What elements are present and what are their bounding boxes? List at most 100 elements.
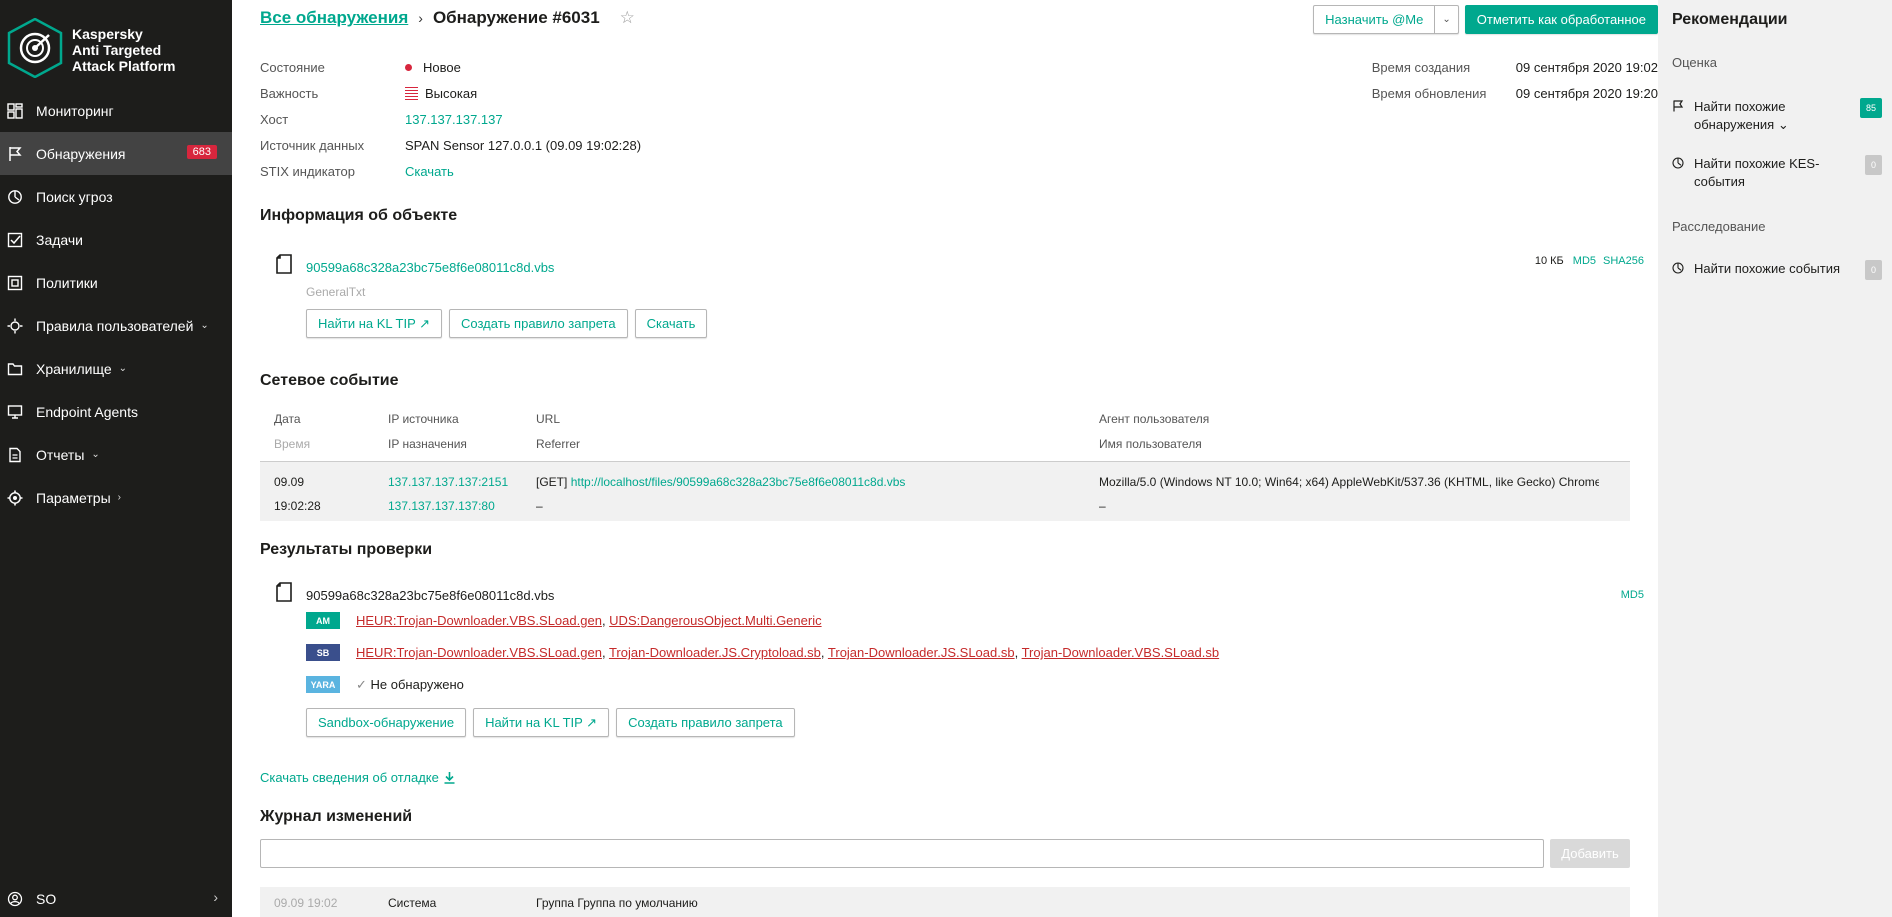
chevron-down-icon: ⌄ bbox=[91, 449, 100, 460]
similar-kes-count: 0 bbox=[1864, 155, 1882, 175]
object-actions: Найти на KL TIP ↗ Создать правило запрет… bbox=[306, 309, 708, 338]
row-user-agent: Mozilla/5.0 (Windows NT 10.0; Win64; x64… bbox=[1099, 475, 1599, 489]
breadcrumb-all-detections-link[interactable]: Все обнаружения bbox=[260, 8, 408, 28]
nav-item-detections[interactable]: Обнаружения 683 bbox=[0, 132, 232, 175]
file-icon bbox=[276, 254, 292, 274]
verdict-link[interactable]: Trojan-Downloader.VBS.SLoad.sb bbox=[1022, 645, 1220, 660]
recommendations-panel: Рекомендации Оценка Найти похожие обнару… bbox=[1658, 0, 1892, 917]
breadcrumb: Все обнаружения › Обнаружение #6031 ☆ bbox=[260, 8, 635, 28]
object-file-type: GeneralTxt bbox=[306, 285, 366, 299]
stix-download-link[interactable]: Скачать bbox=[405, 164, 454, 179]
verdict-link[interactable]: Trojan-Downloader.JS.Cryptoload.sb bbox=[609, 645, 821, 660]
verdict-link[interactable]: HEUR:Trojan-Downloader.VBS.SLoad.gen bbox=[356, 613, 602, 628]
nav-item-settings[interactable]: Параметры › bbox=[0, 476, 232, 519]
brand[interactable]: Kaspersky Anti Targeted Attack Platform bbox=[7, 18, 229, 98]
download-object-button[interactable]: Скачать bbox=[634, 309, 708, 338]
add-comment-button[interactable]: Добавить bbox=[1550, 839, 1630, 868]
row-referrer: – bbox=[536, 499, 543, 513]
nav-label: Задачи bbox=[36, 231, 84, 248]
find-similar-detections[interactable]: Найти похожие обнаружения ⌄ 85 bbox=[1672, 98, 1882, 134]
assign-dropdown-button[interactable]: ⌄ bbox=[1435, 5, 1459, 34]
yara-engine-badge: YARA bbox=[306, 676, 340, 693]
col-header-time: Время bbox=[274, 437, 311, 451]
download-debug-info-link[interactable]: Скачать сведения об отладке bbox=[260, 770, 456, 785]
chevron-right-icon: › bbox=[213, 889, 218, 905]
breadcrumb-separator-icon: › bbox=[418, 10, 423, 26]
verdict-link[interactable]: UDS:DangerousObject.Multi.Generic bbox=[609, 613, 821, 628]
chevron-down-icon: ⌄ bbox=[118, 363, 127, 374]
table-row[interactable]: 09.09 19:02:28 137.137.137.137:2151 137.… bbox=[260, 461, 1630, 521]
nav-item-storage[interactable]: Хранилище ⌄ bbox=[0, 347, 232, 390]
row-url-link[interactable]: http://localhost/files/90599a68c328a23bc… bbox=[571, 475, 906, 489]
comment-input[interactable] bbox=[260, 839, 1544, 868]
sandbox-detection-button[interactable]: Sandbox-обнаружение bbox=[306, 708, 467, 737]
nav-item-tasks[interactable]: Задачи bbox=[0, 218, 232, 261]
host-link[interactable]: 137.137.137.137 bbox=[405, 112, 503, 127]
assign-split-button: Назначить @Me ⌄ bbox=[1313, 5, 1459, 34]
mark-processed-button[interactable]: Отметить как обработанное bbox=[1464, 5, 1658, 34]
sb-verdicts: HEUR:Trojan-Downloader.VBS.SLoad.gen, Tr… bbox=[356, 645, 1220, 660]
created-value: 09 сентября 2020 19:02 bbox=[1515, 59, 1658, 75]
nav-label: Обнаружения bbox=[36, 145, 126, 162]
similar-detections-label: Найти похожие обнаружения ⌄ bbox=[1694, 99, 1789, 132]
col-header-src-ip: IP источника bbox=[388, 412, 459, 426]
monitor-icon bbox=[7, 405, 23, 419]
dashboard-icon bbox=[7, 103, 23, 119]
object-info-title: Информация об объекте bbox=[260, 207, 458, 224]
row-src-ip-link[interactable]: 137.137.137.137:2151 bbox=[388, 475, 508, 489]
create-deny-rule-button[interactable]: Создать правило запрета bbox=[449, 309, 628, 338]
property-stix: STIX индикатор Скачать bbox=[260, 158, 641, 184]
nav-item-monitoring[interactable]: Мониторинг bbox=[0, 89, 232, 132]
sidebar: Kaspersky Anti Targeted Attack Platform … bbox=[0, 0, 232, 917]
nav-item-user-rules[interactable]: Правила пользователей ⌄ bbox=[0, 304, 232, 347]
object-filename-link[interactable]: 90599a68c328a23bc75e8f6e08011c8d.vbs bbox=[306, 260, 554, 275]
nav-item-policies[interactable]: Политики bbox=[0, 261, 232, 304]
user-menu[interactable]: SO › bbox=[0, 880, 232, 917]
nav-item-reports[interactable]: Отчеты ⌄ bbox=[0, 433, 232, 476]
chevron-down-icon: ⌄ bbox=[200, 320, 209, 331]
nav-label: Политики bbox=[36, 274, 98, 291]
find-on-kltip-button[interactable]: Найти на KL TIP ↗ bbox=[473, 708, 610, 737]
created-time-row: Время создания 09 сентября 2020 19:02 bbox=[1372, 54, 1658, 80]
brand-line3: Attack Platform bbox=[72, 58, 176, 74]
nav-label: Поиск угроз bbox=[36, 188, 113, 205]
status-dot-icon bbox=[405, 63, 412, 71]
assign-to-me-button[interactable]: Назначить @Me bbox=[1313, 5, 1436, 34]
col-header-url: URL bbox=[536, 412, 561, 426]
verdict-link[interactable]: Trojan-Downloader.JS.SLoad.sb bbox=[828, 645, 1015, 660]
favorite-star-icon[interactable]: ☆ bbox=[620, 8, 635, 28]
detections-count-badge: 683 bbox=[186, 145, 217, 159]
similar-detections-count: 85 bbox=[1859, 98, 1882, 118]
scan-filename: 90599a68c328a23bc75e8f6e08011c8d.vbs bbox=[306, 588, 555, 603]
nav-item-threat-hunting[interactable]: Поиск угроз bbox=[0, 175, 232, 218]
find-on-kltip-button[interactable]: Найти на KL TIP ↗ bbox=[306, 309, 443, 338]
row-date: 09.09 bbox=[274, 475, 305, 489]
nav-label: Параметры bbox=[36, 489, 111, 506]
main-content: Все обнаружения › Обнаружение #6031 ☆ На… bbox=[232, 0, 1658, 917]
find-similar-kes-events[interactable]: Найти похожие KES-события 0 bbox=[1672, 155, 1882, 191]
property-host: Хост 137.137.137.137 bbox=[260, 106, 641, 132]
create-deny-rule-button[interactable]: Создать правило запрета bbox=[616, 708, 795, 737]
flag-icon bbox=[9, 147, 22, 161]
log-entry: 09.09 19:02 Система Группа Группа по умо… bbox=[260, 887, 1630, 917]
verdict-link[interactable]: HEUR:Trojan-Downloader.VBS.SLoad.gen bbox=[356, 645, 602, 660]
object-sha256-link[interactable]: SHA256 bbox=[1603, 255, 1644, 267]
nav-item-endpoint-agents[interactable]: Endpoint Agents bbox=[0, 390, 232, 433]
nav-label: Отчеты bbox=[36, 446, 85, 463]
find-similar-events[interactable]: Найти похожие события 0 bbox=[1672, 260, 1882, 280]
object-md5-link[interactable]: MD5 bbox=[1573, 255, 1596, 267]
flag-icon bbox=[1673, 100, 1684, 112]
nav-label: Правила пользователей bbox=[36, 317, 194, 334]
log-entry-actor: Система bbox=[388, 896, 437, 910]
state-label: Состояние bbox=[260, 59, 325, 75]
scan-md5-link[interactable]: MD5 bbox=[1621, 589, 1644, 601]
user-avatar-icon bbox=[7, 891, 23, 907]
property-source: Источник данных SPAN Sensor 127.0.0.1 (0… bbox=[260, 132, 641, 158]
log-entry-text: Группа Группа по умолчанию bbox=[536, 896, 698, 910]
brand-line2: Anti Targeted bbox=[72, 42, 162, 58]
row-dst-ip-link[interactable]: 137.137.137.137:80 bbox=[388, 499, 495, 513]
download-icon bbox=[444, 772, 455, 784]
network-event-title: Сетевое событие bbox=[260, 372, 399, 389]
am-engine-badge: AM bbox=[306, 612, 340, 629]
object-size: 10 КБ bbox=[1534, 255, 1564, 267]
